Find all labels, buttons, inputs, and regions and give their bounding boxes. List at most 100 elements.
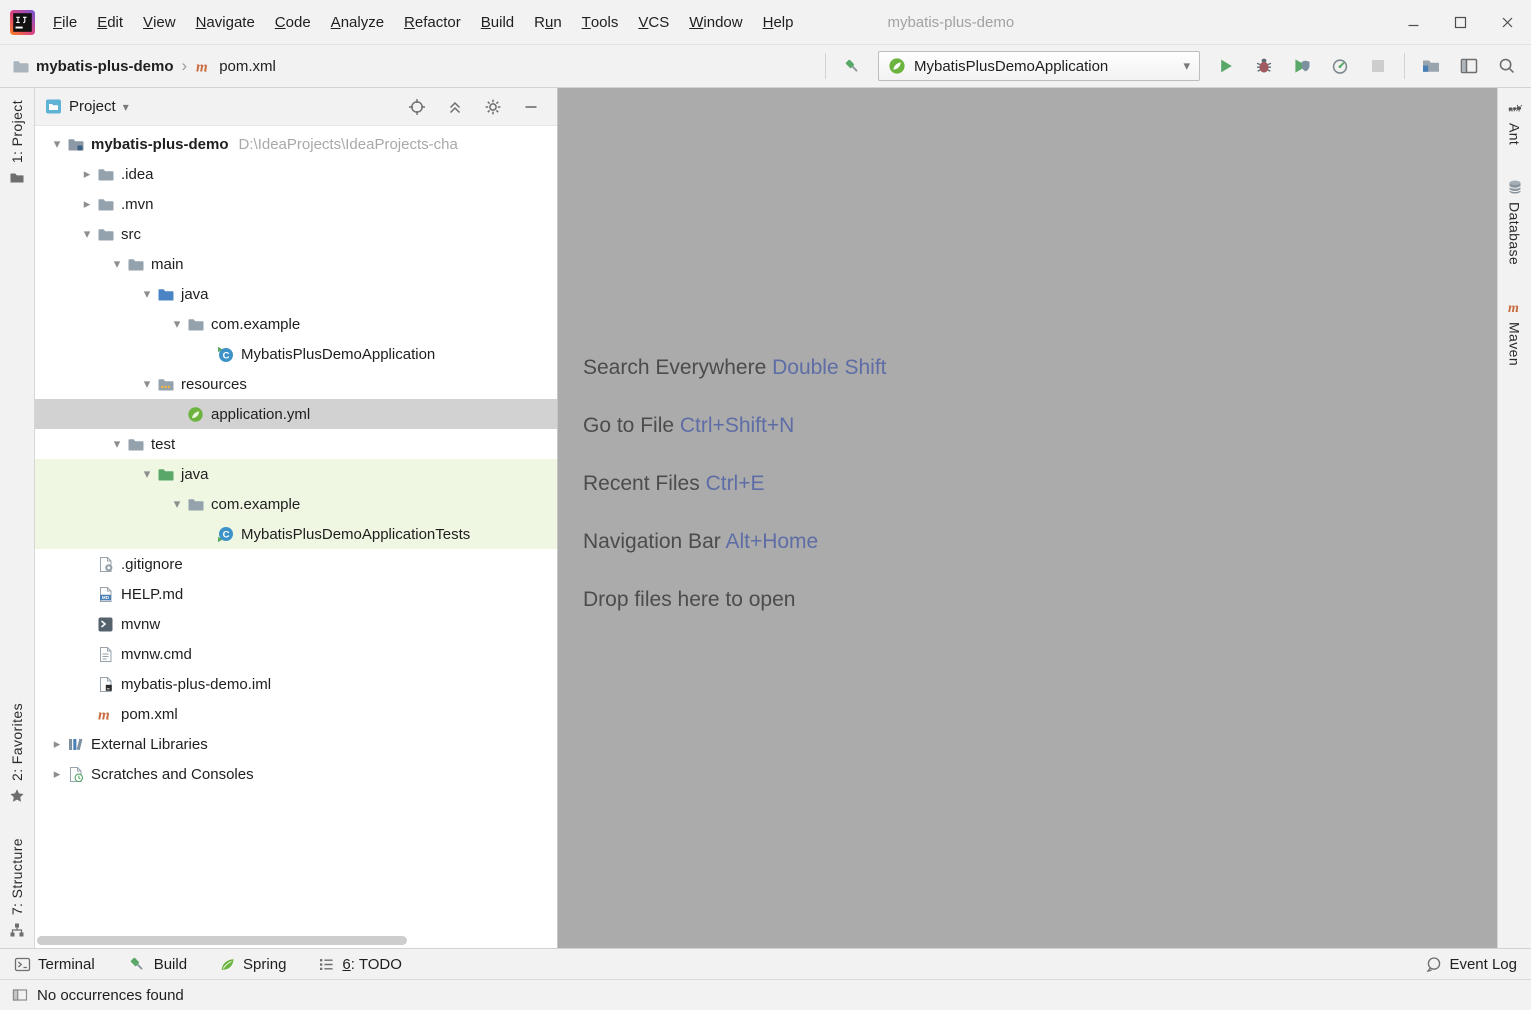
tree-row-scratches-and-consoles[interactable]: ▸Scratches and Consoles	[35, 759, 557, 789]
chevron-down-icon[interactable]: ▾	[47, 136, 67, 152]
profiler-icon	[1330, 56, 1350, 76]
menu-navigate[interactable]: Navigate	[186, 0, 265, 44]
project-structure-button[interactable]	[1419, 54, 1443, 78]
tool-window-button-event-log[interactable]: Event Log	[1425, 956, 1517, 973]
run-with-coverage-button[interactable]	[1290, 54, 1314, 78]
tree-row-application-yml[interactable]: application.yml	[35, 399, 557, 429]
menu-window[interactable]: Window	[679, 0, 752, 44]
breadcrumb-file[interactable]: pom.xml	[219, 58, 276, 75]
source-folder-icon	[157, 286, 174, 303]
chevron-down-icon[interactable]: ▾	[167, 496, 187, 512]
horizontal-scrollbar-thumb[interactable]	[37, 936, 407, 945]
run-button[interactable]	[1214, 54, 1238, 78]
tree-row-main[interactable]: ▾main	[35, 249, 557, 279]
debug-button[interactable]	[1252, 54, 1276, 78]
tree-row-resources[interactable]: ▾resources	[35, 369, 557, 399]
tool-button-database[interactable]: Database	[1507, 179, 1523, 265]
tree-row-help-md[interactable]: MDHELP.md	[35, 579, 557, 609]
tree-row-mvn[interactable]: ▸.mvn	[35, 189, 557, 219]
todo-list-icon	[318, 956, 335, 973]
minimize-button[interactable]	[1390, 0, 1437, 44]
search-everywhere-button[interactable]	[1495, 54, 1519, 78]
menu-view[interactable]: View	[133, 0, 186, 44]
tool-button-ant[interactable]: Ant	[1507, 100, 1523, 145]
menu-vcs[interactable]: VCS	[628, 0, 679, 44]
tool-button-1-project[interactable]: 1: Project	[9, 100, 25, 186]
shortcut-hint: Recent Files Ctrl+E	[583, 470, 1497, 498]
run-configuration-select[interactable]: MybatisPlusDemoApplication ▾	[878, 51, 1200, 81]
maximize-button[interactable]	[1437, 0, 1484, 44]
tree-row-mybatis-plus-demo-iml[interactable]: mybatis-plus-demo.iml	[35, 669, 557, 699]
settings-button[interactable]	[481, 95, 505, 119]
shortcut-hint: Navigation Bar Alt+Home	[583, 528, 1497, 556]
menu-run[interactable]: Run	[524, 0, 572, 44]
test-folder-icon	[157, 466, 174, 483]
tree-row-idea[interactable]: ▸.idea	[35, 159, 557, 189]
menu-code[interactable]: Code	[265, 0, 321, 44]
menu-refactor[interactable]: Refactor	[394, 0, 471, 44]
folder-icon	[97, 196, 114, 213]
chevron-right-icon[interactable]: ▸	[47, 736, 67, 752]
tool-window-button-label: 6: TODO	[342, 956, 401, 973]
chevron-down-icon[interactable]: ▾	[77, 226, 97, 242]
tool-button-2-favorites[interactable]: 2: Favorites	[9, 703, 25, 804]
tree-row-mybatisplusdemoapplication[interactable]: CMybatisPlusDemoApplication	[35, 339, 557, 369]
tool-button-7-structure[interactable]: 7: Structure	[9, 838, 25, 938]
tree-row-src[interactable]: ▾src	[35, 219, 557, 249]
locate-button[interactable]	[405, 95, 429, 119]
tool-button-label: 1: Project	[9, 100, 25, 163]
build-project-button[interactable]	[840, 54, 864, 78]
chevron-down-icon[interactable]: ▾	[137, 466, 157, 482]
shortcut-hint: Search Everywhere Double Shift	[583, 354, 1497, 382]
tool-button-maven[interactable]: mMaven	[1507, 299, 1523, 366]
tree-row-mybatis-plus-demo[interactable]: ▾mybatis-plus-demoD:\IdeaProjects\IdeaPr…	[35, 129, 557, 159]
svg-text:m: m	[98, 707, 110, 722]
tree-row-mvnw-cmd[interactable]: mvnw.cmd	[35, 639, 557, 669]
tool-window-button-spring[interactable]: Spring	[219, 956, 286, 973]
package-icon	[187, 316, 204, 333]
tree-row-mvnw[interactable]: mvnw	[35, 609, 557, 639]
tree-row-java[interactable]: ▾java	[35, 279, 557, 309]
run-with-profiler-button[interactable]	[1328, 54, 1352, 78]
tree-row-com-example[interactable]: ▾com.example	[35, 489, 557, 519]
chevron-right-icon[interactable]: ▸	[47, 766, 67, 782]
menu-tools[interactable]: Tools	[572, 0, 629, 44]
text-file-icon	[97, 646, 114, 663]
chevron-right-icon[interactable]: ▸	[77, 166, 97, 182]
project-panel-title[interactable]: Project	[69, 98, 116, 115]
tool-window-button-terminal[interactable]: Terminal	[14, 956, 95, 973]
menu-analyze[interactable]: Analyze	[321, 0, 394, 44]
tool-window-button-build[interactable]: Build	[127, 954, 187, 974]
close-button[interactable]	[1484, 0, 1531, 44]
chevron-down-icon[interactable]: ▾	[137, 286, 157, 302]
svg-text:C: C	[223, 529, 230, 540]
tool-window-toggle-icon[interactable]	[12, 987, 28, 1003]
menu-edit[interactable]: Edit	[87, 0, 133, 44]
collapse-all-button[interactable]	[443, 95, 467, 119]
menu-build[interactable]: Build	[471, 0, 524, 44]
chevron-down-icon[interactable]: ▾	[107, 436, 127, 452]
tree-row-pom-xml[interactable]: m pom.xml	[35, 699, 557, 729]
tree-row-mybatisplusdemoapplicationtests[interactable]: CMybatisPlusDemoApplicationTests	[35, 519, 557, 549]
tree-row-external-libraries[interactable]: ▸External Libraries	[35, 729, 557, 759]
chevron-down-icon[interactable]: ▾	[137, 376, 157, 392]
tool-windows-button[interactable]	[1457, 54, 1481, 78]
menu-file[interactable]: File	[43, 0, 87, 44]
chevron-down-icon: ▾	[1183, 58, 1190, 74]
tree-row-com-example[interactable]: ▾com.example	[35, 309, 557, 339]
chevron-down-icon[interactable]: ▾	[107, 256, 127, 272]
tree-item-label: pom.xml	[121, 706, 178, 723]
tree-item-label: java	[181, 466, 209, 483]
chevron-down-icon[interactable]: ▾	[123, 100, 129, 114]
tree-row-test[interactable]: ▾test	[35, 429, 557, 459]
chevron-right-icon[interactable]: ▸	[77, 196, 97, 212]
tool-window-button-6-todo[interactable]: 6: TODO	[318, 956, 401, 973]
chevron-down-icon[interactable]: ▾	[167, 316, 187, 332]
menu-help[interactable]: Help	[753, 0, 804, 44]
folder-icon	[97, 166, 114, 183]
tree-row-java[interactable]: ▾ java	[35, 459, 557, 489]
editor-shortcuts: Search Everywhere Double ShiftGo to File…	[583, 354, 1497, 614]
hide-button[interactable]	[519, 95, 543, 119]
breadcrumb-project[interactable]: mybatis-plus-demo	[36, 58, 174, 75]
tree-row-gitignore[interactable]: .gitignore	[35, 549, 557, 579]
